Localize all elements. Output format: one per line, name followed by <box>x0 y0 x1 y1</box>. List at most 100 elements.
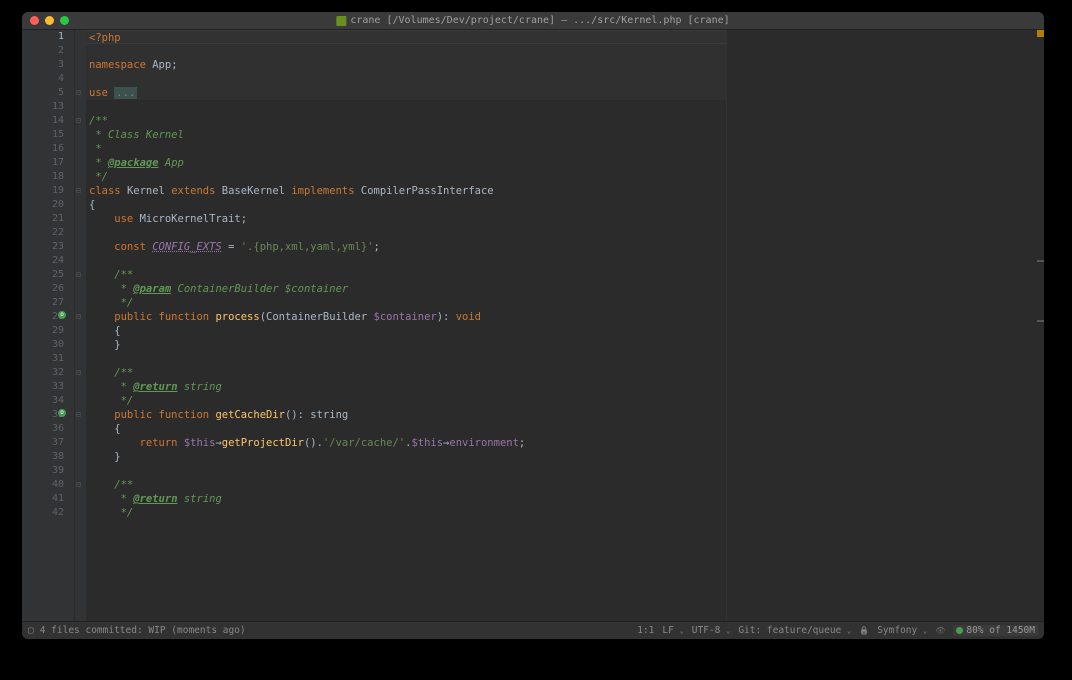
vcs-status-icon[interactable]: ▢ <box>28 625 34 636</box>
stripe-marker[interactable] <box>1037 320 1044 322</box>
line-number[interactable]: 37 <box>22 436 64 450</box>
line-number[interactable]: 36 <box>22 422 64 436</box>
inspections-icon[interactable] <box>935 625 945 636</box>
framework-widget[interactable]: Symfony ⌄ <box>877 625 927 636</box>
line-number[interactable]: 14 <box>22 114 64 128</box>
token: @return <box>133 493 177 505</box>
line-number[interactable]: 30 <box>22 338 64 352</box>
token: /** <box>89 367 133 379</box>
close-icon[interactable] <box>30 16 39 25</box>
line-number[interactable]: 41 <box>22 492 64 506</box>
token: } <box>89 339 121 351</box>
titlebar[interactable]: crane [/Volumes/Dev/project/crane] – ...… <box>22 12 1044 30</box>
line-number[interactable]: 20 <box>22 198 64 212</box>
token: BaseKernel <box>222 185 292 197</box>
line-number[interactable]: 18 <box>22 170 64 184</box>
fold-icon[interactable]: ⊟ <box>76 408 81 422</box>
line-number[interactable]: 1 <box>22 30 64 44</box>
fold-icon[interactable]: ⊟ <box>76 86 81 100</box>
folded-region[interactable]: ... <box>114 87 137 99</box>
line-number[interactable]: 23 <box>22 240 64 254</box>
line-number[interactable]: 17 <box>22 156 64 170</box>
line-number[interactable]: 32 <box>22 366 64 380</box>
memory-indicator[interactable]: 80% of 1450M <box>953 625 1038 636</box>
token: class <box>89 185 127 197</box>
line-number[interactable]: 40 <box>22 478 64 492</box>
token: (ContainerBuilder <box>260 311 374 323</box>
ide-window: crane [/Volumes/Dev/project/crane] – ...… <box>22 12 1044 639</box>
token: */ <box>89 171 108 183</box>
minimize-icon[interactable] <box>45 16 54 25</box>
token: ; <box>241 213 247 225</box>
line-number[interactable]: 3 <box>22 58 64 72</box>
override-marker-icon[interactable]: o <box>58 409 66 417</box>
fold-bar[interactable]: ⊟ ⊟ ⊟ ⊟ ⊟ ⊟ ⊟ ⊟ <box>74 30 86 621</box>
token: */ <box>89 507 133 519</box>
line-number[interactable]: 22 <box>22 226 64 240</box>
token: (). <box>304 437 323 449</box>
status-bar: ▢ 4 files committed: WIP (moments ago) 1… <box>22 621 1044 639</box>
memory-dot-icon <box>956 627 963 634</box>
line-number[interactable]: 25 <box>22 268 64 282</box>
token: $this <box>184 437 216 449</box>
line-number[interactable]: 38 <box>22 450 64 464</box>
line-number[interactable]: 24 <box>22 254 64 268</box>
line-number[interactable]: 15 <box>22 128 64 142</box>
token: */ <box>89 395 133 407</box>
line-number[interactable]: 19 <box>22 184 64 198</box>
token: string <box>178 493 222 505</box>
right-gutter <box>726 30 1044 621</box>
token: @return <box>133 381 177 393</box>
token: namespace <box>89 59 152 71</box>
fold-icon[interactable]: ⊟ <box>76 478 81 492</box>
vcs-status[interactable]: 4 files committed: WIP (moments ago) <box>40 625 246 636</box>
editor: 1 2 3 4 5 13 14 15 16 17 18 19 20 21 22 … <box>22 30 1044 621</box>
token: extends <box>171 185 222 197</box>
line-number[interactable]: 42 <box>22 506 64 520</box>
token: const <box>89 241 152 253</box>
line-number[interactable]: 27 <box>22 296 64 310</box>
git-branch[interactable]: Git: feature/queue ⌄ <box>738 625 851 636</box>
line-number[interactable]: 2 <box>22 44 64 58</box>
zoom-icon[interactable] <box>60 16 69 25</box>
token: '.{php,xml,yaml,yml}' <box>241 241 374 253</box>
token: ContainerBuilder $container <box>171 283 348 295</box>
caret-position[interactable]: 1:1 <box>637 625 654 636</box>
token: } <box>89 451 121 463</box>
encoding[interactable]: UTF-8 ⌄ <box>692 625 731 636</box>
window-title: crane [/Volumes/Dev/project/crane] – ...… <box>336 15 729 26</box>
code-area[interactable]: <?php namespace App; use ... /** * Class… <box>86 30 726 621</box>
line-number[interactable]: 13 <box>22 100 64 114</box>
fold-icon[interactable]: ⊟ <box>76 366 81 380</box>
line-number[interactable]: 39 <box>22 464 64 478</box>
line-separator[interactable]: LF ⌄ <box>662 625 683 636</box>
token: * <box>89 283 133 295</box>
line-number[interactable]: 26 <box>22 282 64 296</box>
token: * <box>89 143 102 155</box>
token: */ <box>89 297 133 309</box>
line-number[interactable]: 29 <box>22 324 64 338</box>
line-number[interactable]: 16 <box>22 142 64 156</box>
token: App <box>152 59 171 71</box>
token: environment <box>449 437 519 449</box>
token: $container <box>374 311 437 323</box>
token: use <box>89 87 114 99</box>
line-number[interactable]: 4 <box>22 72 64 86</box>
gutter[interactable]: 1 2 3 4 5 13 14 15 16 17 18 19 20 21 22 … <box>22 30 74 621</box>
fold-icon[interactable]: ⊟ <box>76 114 81 128</box>
lock-icon[interactable] <box>859 625 869 636</box>
fold-icon[interactable]: ⊟ <box>76 268 81 282</box>
fold-icon[interactable]: ⊟ <box>76 184 81 198</box>
line-number[interactable]: 33 <box>22 380 64 394</box>
token: Kernel <box>127 185 171 197</box>
line-number[interactable]: 31 <box>22 352 64 366</box>
token: CONFIG_EXTS <box>152 241 222 253</box>
inspection-indicator-icon[interactable] <box>1037 30 1044 37</box>
stripe-marker[interactable] <box>1037 260 1044 262</box>
line-number[interactable]: 21 <box>22 212 64 226</box>
override-marker-icon[interactable]: o <box>58 311 66 319</box>
fold-icon[interactable]: ⊟ <box>76 310 81 324</box>
token: use <box>89 213 140 225</box>
line-number[interactable]: 5 <box>22 86 64 100</box>
line-number[interactable]: 34 <box>22 394 64 408</box>
